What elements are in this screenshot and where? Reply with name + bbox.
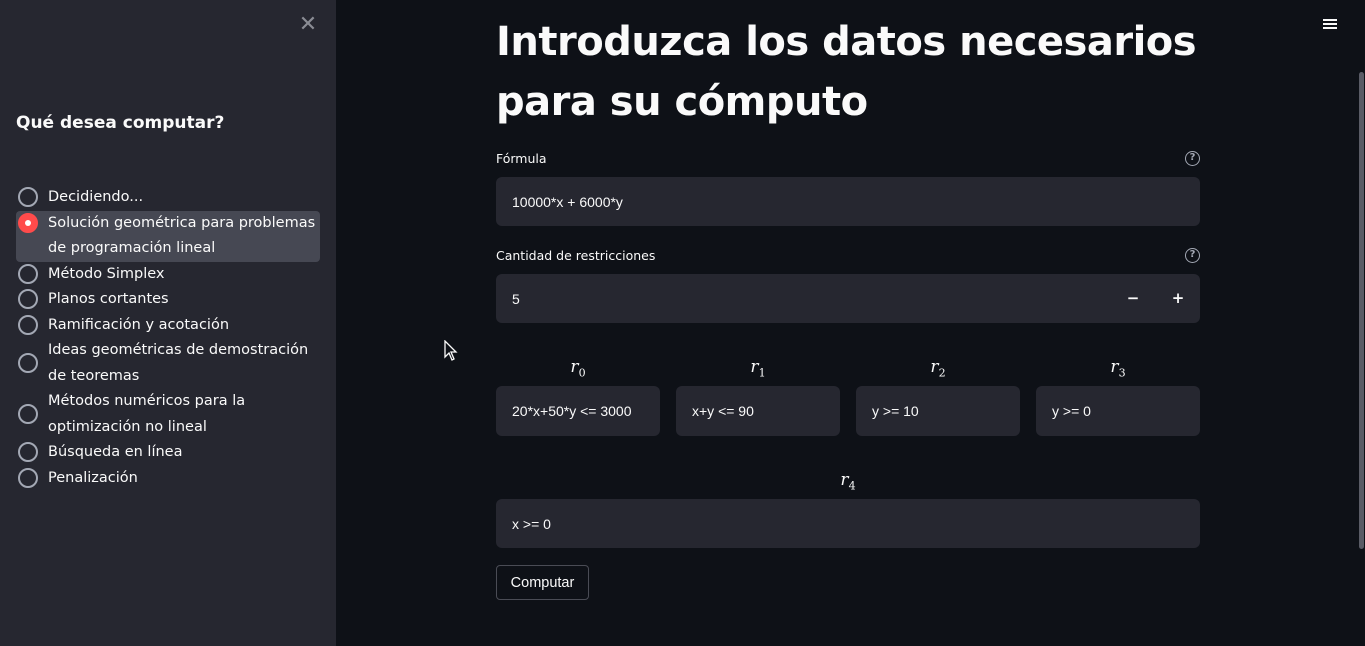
help-icon[interactable]: ? bbox=[1185, 151, 1200, 166]
radio-label: Planos cortantes bbox=[48, 291, 169, 307]
computation-radio-group: Decidiendo... Solución geométrica para p… bbox=[16, 185, 320, 491]
radio-circle-icon[interactable] bbox=[18, 263, 38, 284]
radio-label: Decidiendo... bbox=[48, 189, 144, 205]
restriction-label-r2: r2 bbox=[930, 357, 946, 380]
decrement-button[interactable]: − bbox=[1113, 274, 1153, 323]
sidebar: ✕ Qué desea computar? Decidiendo... Solu… bbox=[0, 0, 336, 646]
radio-option-planos-cortantes[interactable]: Planos cortantes bbox=[16, 287, 320, 313]
compute-button[interactable]: Computar bbox=[496, 565, 589, 600]
radio-option-ideas-geometricas[interactable]: Ideas geométricas de demostración de teo… bbox=[16, 338, 320, 389]
formula-input[interactable] bbox=[496, 177, 1200, 226]
help-icon[interactable]: ? bbox=[1185, 248, 1200, 263]
radio-option-decidiendo[interactable]: Decidiendo... bbox=[16, 185, 320, 211]
radio-label: Penalización bbox=[48, 469, 138, 486]
page-title: Introduzca los datos necesarios para su … bbox=[496, 19, 1197, 125]
restriction-label-r1: r1 bbox=[750, 357, 766, 380]
radio-option-metodo-simplex[interactable]: Método Simplex bbox=[16, 262, 320, 288]
restriction-input-r1[interactable] bbox=[676, 386, 840, 436]
radio-circle-icon[interactable] bbox=[18, 404, 38, 424]
radio-circle-icon[interactable] bbox=[18, 467, 38, 488]
radio-option-penalizacion[interactable]: Penalización bbox=[16, 466, 320, 492]
restriction-input-r4[interactable] bbox=[496, 499, 1200, 548]
radio-label: Ideas geométricas de demostración de teo… bbox=[48, 342, 309, 384]
restrictions-count-label: Cantidad de restricciones bbox=[496, 248, 656, 263]
radio-label: Ramificación y acotación bbox=[48, 316, 230, 333]
radio-label: Métodos numéricos para la optimización n… bbox=[48, 393, 246, 435]
increment-button[interactable]: + bbox=[1158, 274, 1198, 323]
radio-label: Búsqueda en línea bbox=[48, 444, 183, 460]
restriction-input-r3[interactable] bbox=[1036, 386, 1200, 436]
radio-option-ramificacion[interactable]: Ramificación y acotación bbox=[16, 313, 320, 339]
radio-option-solucion-geometrica[interactable]: Solución geométrica para problemas de pr… bbox=[16, 210, 320, 262]
scrollbar[interactable] bbox=[1359, 72, 1364, 549]
radio-circle-icon[interactable] bbox=[18, 289, 38, 309]
hamburger-menu-icon[interactable] bbox=[1321, 17, 1339, 33]
restriction-input-r2[interactable] bbox=[856, 386, 1020, 436]
radio-option-busqueda-en-linea[interactable]: Búsqueda en línea bbox=[16, 440, 320, 466]
radio-label: Método Simplex bbox=[48, 265, 165, 282]
close-icon[interactable]: ✕ bbox=[298, 14, 318, 36]
radio-selected-icon[interactable] bbox=[18, 212, 38, 233]
sidebar-title: Qué desea computar? bbox=[16, 113, 225, 133]
radio-option-metodos-numericos[interactable]: Métodos numéricos para la optimización n… bbox=[16, 389, 320, 440]
restrictions-count-input[interactable] bbox=[496, 274, 1200, 323]
restriction-input-r0[interactable] bbox=[496, 386, 660, 436]
mouse-cursor-icon bbox=[444, 340, 458, 361]
restriction-label-r3: r3 bbox=[1110, 357, 1126, 380]
radio-circle-icon[interactable] bbox=[18, 442, 38, 462]
radio-circle-icon[interactable] bbox=[18, 314, 38, 335]
restriction-label-r0: r0 bbox=[570, 357, 586, 380]
radio-circle-icon[interactable] bbox=[18, 187, 38, 207]
restriction-label-r4: r4 bbox=[840, 470, 856, 493]
radio-label: Solución geométrica para problemas de pr… bbox=[48, 214, 316, 257]
radio-circle-icon[interactable] bbox=[18, 353, 38, 373]
formula-label: Fórmula bbox=[496, 151, 547, 166]
